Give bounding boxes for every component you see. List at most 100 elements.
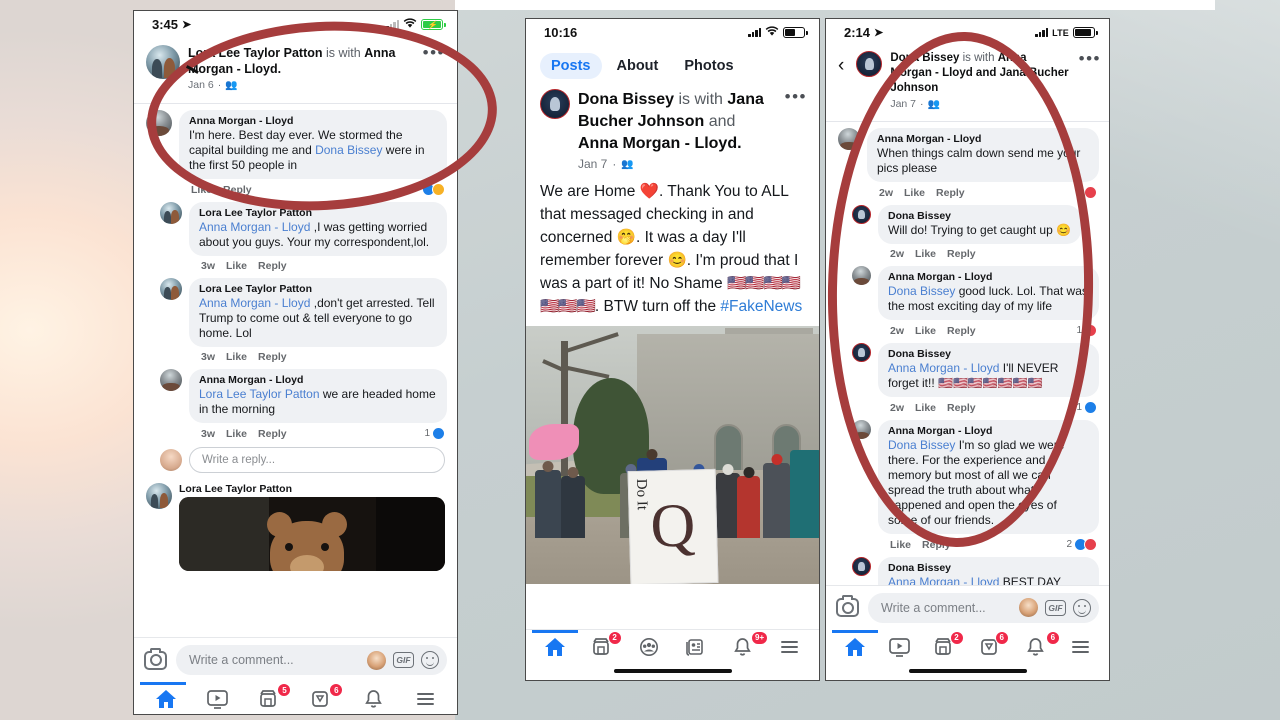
emoji-icon[interactable]	[1073, 598, 1091, 617]
next-post-author[interactable]: Lora Lee Taylor Patton	[179, 483, 445, 495]
comment-author[interactable]: Anna Morgan - Lloyd	[189, 115, 437, 128]
post-photo[interactable]: Do It Q	[526, 326, 819, 584]
comment-like-button[interactable]: Like	[191, 184, 212, 196]
avatar[interactable]	[146, 483, 172, 509]
avatar[interactable]	[146, 110, 172, 136]
avatar-sticker-icon[interactable]	[367, 650, 386, 670]
mention-link[interactable]: Dona Bissey	[888, 284, 955, 298]
reply-input[interactable]: Write a reply...	[189, 447, 445, 473]
tab-about[interactable]: About	[606, 53, 670, 79]
tab-home[interactable]	[140, 688, 192, 710]
post-menu-button[interactable]: •••	[785, 88, 807, 105]
tab-notifications[interactable]	[347, 688, 399, 710]
tab-groups[interactable]: 6	[968, 630, 1013, 658]
comment-like-button[interactable]: Like	[226, 351, 247, 363]
comment-author[interactable]: Dona Bissey	[888, 562, 1089, 575]
comment-like-button[interactable]: Like	[226, 428, 247, 440]
tab-menu[interactable]	[766, 636, 813, 658]
avatar[interactable]	[160, 449, 182, 471]
comment-reply-button[interactable]: Reply	[922, 539, 951, 551]
video-thumbnail[interactable]	[179, 497, 445, 571]
post-author-name[interactable]: Dona Bissey	[578, 91, 674, 108]
comment-reply-button[interactable]: Reply	[258, 428, 287, 440]
reaction-badge[interactable]: 1	[424, 427, 445, 440]
tab-groups[interactable]	[626, 636, 673, 658]
mention-link[interactable]: Anna Morgan - Lloyd	[199, 296, 310, 310]
post-menu-button[interactable]: •••	[423, 44, 445, 61]
tab-marketplace[interactable]: 2	[579, 630, 626, 658]
tab-notifications[interactable]: 6	[1013, 630, 1060, 658]
back-button[interactable]: ‹	[832, 51, 848, 77]
comment-author[interactable]: Anna Morgan - Lloyd	[877, 133, 1089, 146]
comment-author[interactable]: Anna Morgan - Lloyd	[199, 374, 437, 387]
avatar[interactable]	[856, 51, 883, 77]
comment-like-button[interactable]: Like	[915, 248, 936, 260]
comment-reply-button[interactable]: Reply	[947, 248, 976, 260]
comment-reply-button[interactable]: Reply	[258, 351, 287, 363]
avatar-sticker-icon[interactable]	[1019, 598, 1038, 617]
comment-author[interactable]: Anna Morgan - Lloyd	[888, 271, 1089, 284]
avatar[interactable]	[160, 202, 182, 224]
post-author-name[interactable]: Lora Lee Taylor Patton	[188, 46, 323, 60]
mention-link[interactable]: Lora Lee Taylor Patton	[199, 387, 320, 401]
hashtag-link[interactable]: #FakeNews	[720, 298, 802, 315]
emoji-icon[interactable]	[421, 651, 439, 669]
tab-home[interactable]	[532, 636, 579, 658]
avatar[interactable]	[852, 266, 871, 285]
reaction-badge[interactable]: 1	[1076, 324, 1097, 337]
mention-link[interactable]: Dona Bissey	[315, 143, 382, 157]
mention-link[interactable]: Anna Morgan - Lloyd	[199, 220, 310, 234]
tab-photos[interactable]: Photos	[673, 53, 744, 79]
avatar[interactable]	[838, 128, 860, 150]
tab-menu[interactable]	[399, 688, 451, 710]
camera-icon[interactable]	[144, 647, 167, 670]
tab-groups[interactable]: 6	[295, 683, 347, 710]
reaction-badges[interactable]	[422, 183, 445, 196]
avatar[interactable]	[852, 205, 871, 224]
avatar[interactable]	[852, 557, 871, 576]
post-author-name[interactable]: Dona Bissey	[890, 52, 959, 64]
comment-author[interactable]: Dona Bissey	[888, 348, 1089, 361]
tab-home[interactable]	[832, 636, 877, 658]
comment-author[interactable]: Anna Morgan - Lloyd	[888, 425, 1089, 438]
mention-link[interactable]: Anna Morgan - Lloyd	[888, 361, 999, 375]
comment-like-button[interactable]: Like	[915, 402, 936, 414]
avatar[interactable]	[540, 89, 570, 119]
comment-reply-button[interactable]: Reply	[936, 187, 965, 199]
mention-link[interactable]: Dona Bissey	[888, 438, 955, 452]
tab-notifications[interactable]: 9+	[719, 630, 769, 658]
tab-marketplace[interactable]: 5	[244, 683, 296, 710]
avatar[interactable]	[146, 45, 180, 79]
avatar[interactable]	[160, 369, 182, 391]
comment-author[interactable]: Lora Lee Taylor Patton	[199, 283, 437, 296]
comment-input[interactable]: Write a comment... GIF	[176, 645, 447, 675]
comment-reply-button[interactable]: Reply	[258, 260, 287, 272]
tab-watch[interactable]	[192, 688, 244, 710]
reaction-badge[interactable]: 1	[1076, 186, 1097, 199]
comment-like-button[interactable]: Like	[904, 187, 925, 199]
avatar[interactable]	[852, 343, 871, 362]
tab-posts[interactable]: Posts	[540, 53, 602, 79]
tab-news[interactable]	[672, 636, 719, 658]
comment-like-button[interactable]: Like	[226, 260, 247, 272]
avatar[interactable]	[852, 420, 871, 439]
post-tagged-name-2[interactable]: Anna Morgan - Lloyd.	[578, 135, 742, 152]
tab-watch[interactable]	[877, 636, 922, 658]
tab-menu[interactable]	[1058, 636, 1103, 658]
comment-reply-button[interactable]: Reply	[223, 184, 252, 196]
tab-marketplace[interactable]: 2	[922, 630, 967, 658]
post-menu-button[interactable]: •••	[1079, 50, 1101, 67]
comment-like-button[interactable]: Like	[915, 325, 936, 337]
camera-icon[interactable]	[836, 595, 859, 617]
comment-author[interactable]: Lora Lee Taylor Patton	[199, 207, 437, 220]
comment-reply-button[interactable]: Reply	[947, 325, 976, 337]
comment-input[interactable]: Write a comment... GIF	[868, 592, 1099, 623]
gif-icon[interactable]: GIF	[393, 652, 414, 668]
comment-reply-button[interactable]: Reply	[947, 402, 976, 414]
gif-icon[interactable]: GIF	[1045, 599, 1066, 616]
reaction-badge[interactable]: 2	[1066, 538, 1097, 551]
avatar[interactable]	[160, 278, 182, 300]
comment-author[interactable]: Dona Bissey	[888, 210, 1071, 223]
comment-like-button[interactable]: Like	[890, 539, 911, 551]
reaction-badge[interactable]: 1	[1076, 401, 1097, 414]
